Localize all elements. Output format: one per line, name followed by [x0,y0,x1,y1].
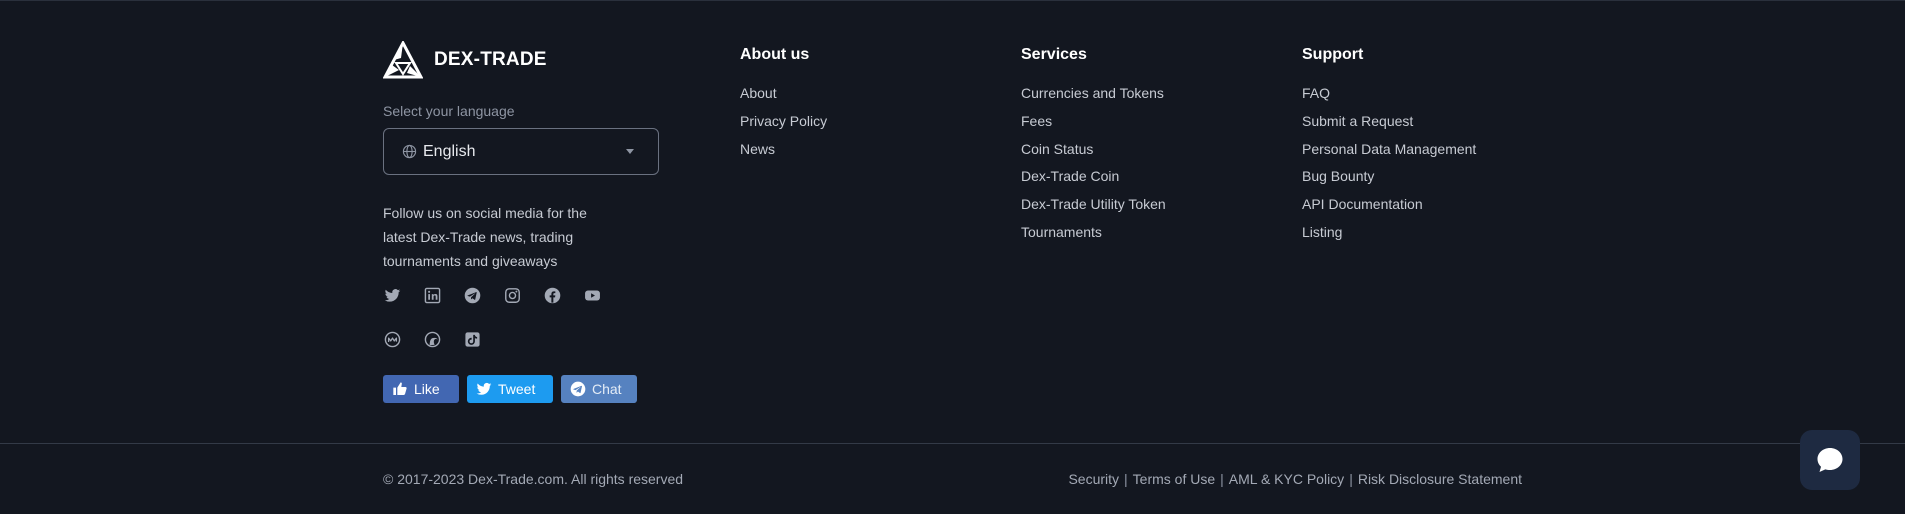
footer-link-utility-token[interactable]: Dex-Trade Utility Token [1021,195,1166,213]
share-buttons: Like Tweet Chat [383,375,637,403]
footer-link-dex-trade-coin[interactable]: Dex-Trade Coin [1021,167,1166,185]
social-links-row-1 [383,286,601,304]
youtube-icon[interactable] [583,286,601,304]
column-title: Support [1302,46,1364,63]
language-selected-value: English [423,142,476,160]
twitter-icon[interactable] [383,286,401,304]
telegram-icon [570,381,586,397]
tweet-button[interactable]: Tweet [467,375,553,403]
footer-column-about: About us About Privacy Policy News [740,46,827,167]
footer-link-api-documentation[interactable]: API Documentation [1302,195,1476,213]
telegram-chat-button[interactable]: Chat [561,375,637,403]
footer-link-bug-bounty[interactable]: Bug Bounty [1302,167,1476,185]
footer-column-support: Support FAQ Submit a Request Personal Da… [1302,46,1476,251]
facebook-icon[interactable] [543,286,561,304]
chevron-down-icon [626,149,634,154]
legal-link-aml-kyc-policy[interactable]: AML & KYC Policy [1229,471,1344,487]
globe-icon [402,144,417,159]
like-label: Like [414,381,440,397]
telegram-icon[interactable] [463,286,481,304]
column-title: About us [740,46,810,63]
legal-separator: | [1124,471,1128,487]
instagram-icon[interactable] [503,286,521,304]
chat-label: Chat [592,381,622,397]
social-links-row-2 [383,330,481,348]
legal-separator: | [1220,471,1224,487]
dex-trade-logo-icon [383,41,423,79]
language-label: Select your language [383,103,515,119]
tiktok-icon[interactable] [463,330,481,348]
legal-link-security[interactable]: Security [1068,471,1119,487]
legal-link-risk-disclosure[interactable]: Risk Disclosure Statement [1358,471,1522,487]
footer-link-news[interactable]: News [740,140,827,158]
brand-name: DEX-TRADE [434,49,547,70]
coingecko-icon[interactable] [423,330,441,348]
footer-link-listing[interactable]: Listing [1302,223,1476,241]
footer-link-submit-request[interactable]: Submit a Request [1302,112,1476,130]
footer-link-faq[interactable]: FAQ [1302,84,1476,102]
facebook-like-button[interactable]: Like [383,375,459,403]
column-title: Services [1021,46,1087,63]
legal-links: Security | Terms of Use | AML & KYC Poli… [1068,471,1522,487]
thumbs-up-icon [393,382,407,395]
footer-column-services: Services Currencies and Tokens Fees Coin… [1021,46,1166,251]
footer-link-coin-status[interactable]: Coin Status [1021,140,1166,158]
language-select[interactable]: English [383,128,659,175]
linkedin-icon[interactable] [423,286,441,304]
footer-link-personal-data[interactable]: Personal Data Management [1302,140,1476,158]
footer-link-currencies-and-tokens[interactable]: Currencies and Tokens [1021,84,1166,102]
copyright-text: © 2017-2023 Dex-Trade.com. All rights re… [383,471,684,487]
footer-link-tournaments[interactable]: Tournaments [1021,223,1166,241]
site-footer: DEX-TRADE Select your language English F… [0,0,1905,514]
legal-separator: | [1349,471,1353,487]
support-chat-button[interactable] [1800,430,1860,490]
coinmarketcap-icon[interactable] [383,330,401,348]
footer-link-fees[interactable]: Fees [1021,112,1166,130]
chat-bubble-icon [1817,448,1843,472]
tweet-label: Tweet [498,381,536,397]
brand[interactable]: DEX-TRADE [383,41,547,79]
social-follow-text: Follow us on social media for the latest… [383,205,587,269]
footer-link-about[interactable]: About [740,84,827,102]
legal-link-terms-of-use[interactable]: Terms of Use [1133,471,1215,487]
footer-link-privacy-policy[interactable]: Privacy Policy [740,112,827,130]
footer-divider [0,443,1905,444]
twitter-bird-icon [476,382,492,395]
